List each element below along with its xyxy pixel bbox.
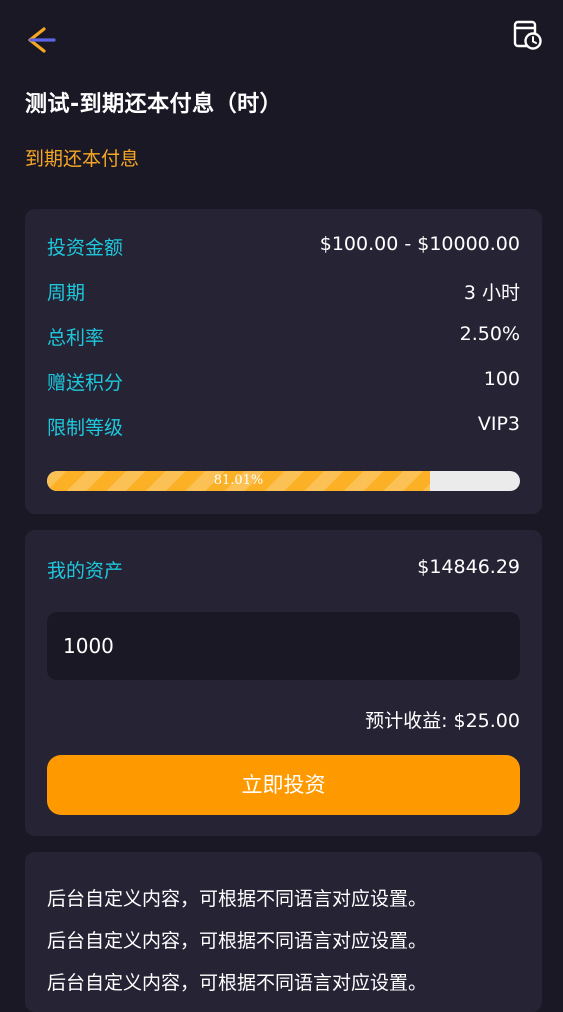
invest-now-button[interactable]: 立即投资: [47, 755, 520, 815]
page-title: 测试-到期还本付息（时）: [25, 92, 283, 117]
asset-label: 我的资产: [47, 560, 124, 582]
note-line: 后台自定义内容，可根据不同语言对应设置。: [47, 930, 428, 952]
product-subtitle: 到期还本付息: [25, 148, 140, 170]
detail-row-level: 限制等级 VIP3: [47, 413, 520, 443]
back-button[interactable]: [22, 20, 62, 60]
detail-value: 3 小时: [463, 282, 520, 304]
note-line: 后台自定义内容，可根据不同语言对应设置。: [47, 972, 428, 994]
amount-input[interactable]: [47, 612, 520, 680]
detail-row-period: 周期 3 小时: [47, 278, 520, 308]
arrow-left-icon: [28, 27, 56, 53]
expected-return: 预计收益: $25.00: [365, 710, 520, 732]
invest-card: 我的资产 $14846.29 预计收益: $25.00 立即投资: [25, 530, 542, 836]
detail-label: 投资金额: [47, 237, 124, 259]
detail-row-rate: 总利率 2.50%: [47, 323, 520, 353]
history-button[interactable]: [510, 18, 546, 54]
notes-card: 后台自定义内容，可根据不同语言对应设置。 后台自定义内容，可根据不同语言对应设置…: [25, 852, 542, 1012]
progress-label: 81.01%: [213, 473, 264, 488]
detail-value: $100.00 - $10000.00: [319, 233, 520, 255]
detail-row-amount: 投资金额 $100.00 - $10000.00: [47, 233, 520, 263]
detail-label: 总利率: [47, 327, 105, 349]
asset-value: $14846.29: [417, 556, 520, 578]
detail-row-points: 赠送积分 100: [47, 368, 520, 398]
detail-label: 周期: [47, 282, 86, 304]
detail-value: 2.50%: [459, 323, 520, 345]
note-line: 后台自定义内容，可根据不同语言对应设置。: [47, 888, 428, 910]
history-icon: [513, 20, 542, 50]
detail-value: 100: [483, 368, 520, 390]
detail-label: 限制等级: [47, 417, 124, 439]
top-bar: [0, 0, 563, 78]
detail-label: 赠送积分: [47, 372, 124, 394]
progress-bar: 81.01%: [47, 471, 520, 491]
detail-value: VIP3: [477, 413, 520, 435]
product-details-card: 投资金额 $100.00 - $10000.00 周期 3 小时 总利率 2.5…: [25, 209, 542, 514]
